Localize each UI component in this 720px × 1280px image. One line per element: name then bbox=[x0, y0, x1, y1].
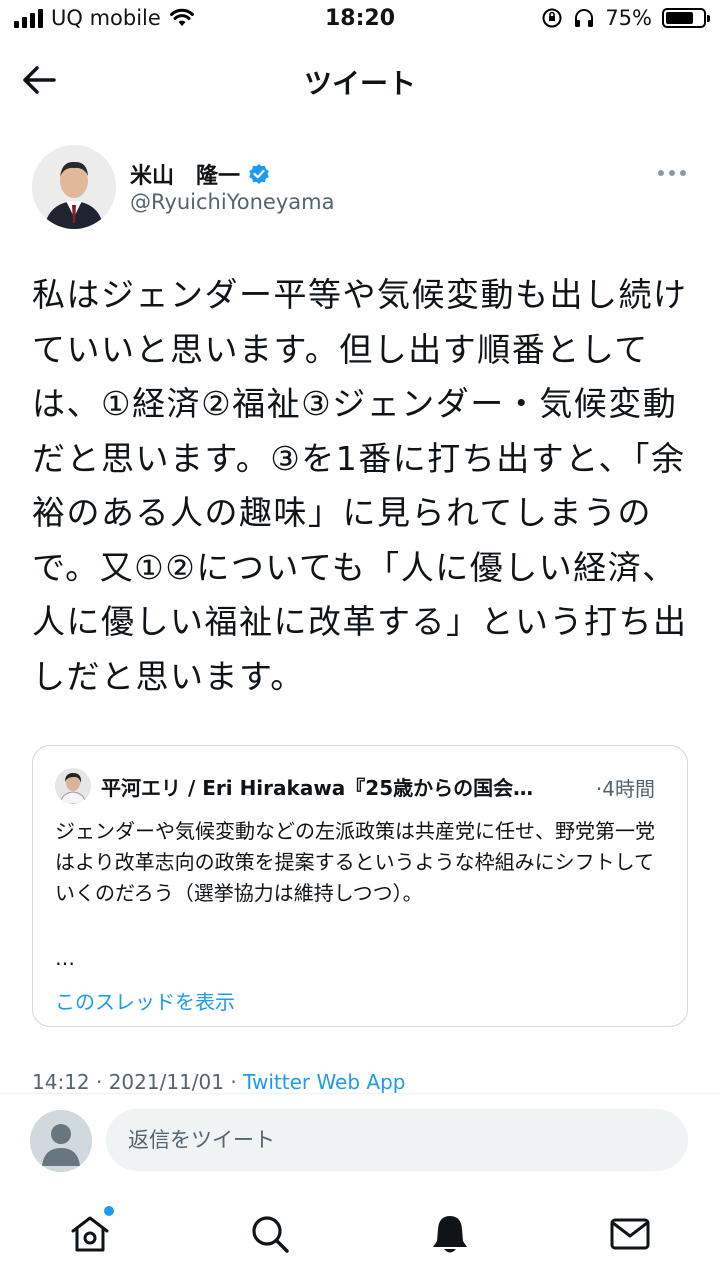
author-name-row: 米山 隆一 bbox=[130, 158, 270, 190]
author-name[interactable]: 米山 隆一 bbox=[130, 158, 240, 190]
quoted-author-avatar bbox=[55, 768, 91, 804]
battery-fill bbox=[666, 12, 693, 24]
status-right: 75% bbox=[541, 6, 710, 30]
verified-badge-icon bbox=[249, 164, 269, 184]
reply-bar: 返信をツイート bbox=[0, 1093, 720, 1186]
reply-input[interactable]: 返信をツイート bbox=[106, 1109, 688, 1171]
quoted-tweet-card[interactable]: 平河エリ / Eri Hirakawa『25歳からの国会… ·4時間 ジェンダー… bbox=[32, 745, 688, 1027]
quoted-text: ジェンダーや気候変動などの左派政策は共産党に任せ、野党第一党はより改革志向の政策… bbox=[55, 819, 655, 905]
headphones-icon bbox=[575, 9, 594, 27]
tweet-source-link[interactable]: Twitter Web App bbox=[243, 1070, 405, 1094]
tweet-text: 私はジェンダー平等や気候変動も出し続けていいと思います。但し出す順番としては、①… bbox=[32, 275, 688, 696]
nav-notifications[interactable] bbox=[428, 1212, 472, 1256]
more-options-icon[interactable] bbox=[656, 168, 688, 178]
messages-icon bbox=[610, 1218, 650, 1250]
default-avatar-icon bbox=[30, 1110, 92, 1172]
quoted-author-name: 平河エリ / Eri Hirakawa『25歳からの国会… bbox=[101, 776, 534, 800]
bottom-nav bbox=[0, 1190, 720, 1280]
orientation-lock-icon bbox=[542, 8, 562, 28]
new-content-dot bbox=[104, 1206, 114, 1216]
user-avatar[interactable] bbox=[30, 1110, 92, 1172]
author-handle[interactable]: @RyuichiYoneyama bbox=[130, 190, 334, 214]
page-title: ツイート bbox=[303, 67, 416, 100]
notifications-icon bbox=[433, 1216, 467, 1253]
author-avatar-image bbox=[32, 145, 116, 229]
quoted-time: ·4時間 bbox=[595, 777, 655, 801]
status-bar: UQ mobile 18:20 75% bbox=[0, 0, 720, 40]
nav-search[interactable] bbox=[248, 1212, 292, 1256]
header: ツイート bbox=[0, 50, 720, 110]
battery-percent: 75% bbox=[605, 6, 652, 30]
show-thread-link[interactable]: このスレッドを表示 bbox=[55, 986, 235, 1015]
nav-messages[interactable] bbox=[608, 1212, 652, 1256]
quoted-ellipsis: … bbox=[55, 946, 75, 970]
home-icon bbox=[71, 1216, 109, 1252]
nav-home[interactable] bbox=[68, 1206, 114, 1256]
tweet-timestamp: 14:12 · 2021/11/01 · bbox=[32, 1070, 244, 1094]
quoted-avatar-image bbox=[55, 768, 91, 804]
tweet-meta: 14:12 · 2021/11/01 · Twitter Web App bbox=[32, 1070, 405, 1094]
author-avatar[interactable] bbox=[32, 145, 116, 229]
battery-icon bbox=[662, 8, 710, 28]
search-icon bbox=[252, 1216, 289, 1253]
